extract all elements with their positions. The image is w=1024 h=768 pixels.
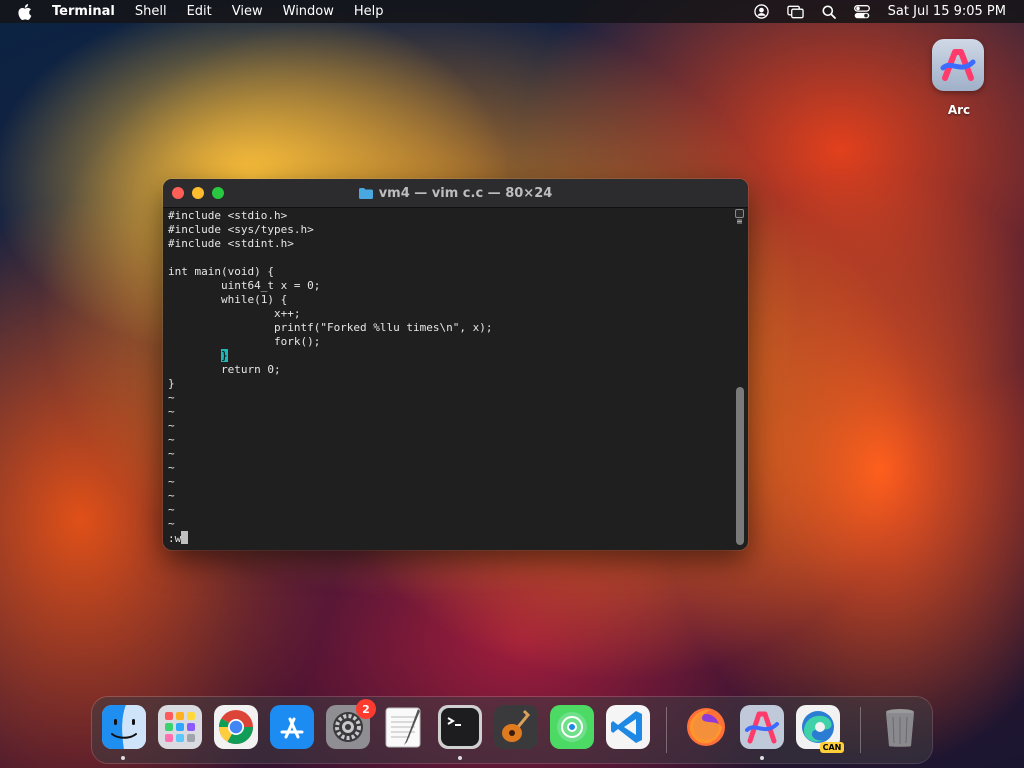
vim-empty-line-marker: ~	[168, 419, 175, 432]
menu-help[interactable]: Help	[354, 4, 384, 19]
dock-item-vscode[interactable]	[606, 705, 650, 749]
terminal-scrollbar[interactable]	[735, 209, 746, 547]
vim-command-text: :w	[168, 532, 182, 545]
menu-bar: Terminal Shell Edit View Window Help Sat…	[0, 0, 1024, 23]
dock-item-terminal[interactable]	[438, 705, 482, 749]
desktop-icon-label: Arc	[947, 103, 971, 117]
apple-menu-icon[interactable]	[18, 3, 34, 20]
arc-icon	[740, 705, 784, 749]
folder-icon	[358, 187, 373, 199]
vim-empty-line-marker: ~	[168, 489, 175, 502]
terminal-line: fork();	[168, 335, 321, 348]
window-title-text: vm4 — vim c.c — 80×24	[378, 185, 553, 201]
terminal-line: x++;	[168, 307, 301, 320]
dock-item-find-my[interactable]	[550, 705, 594, 749]
app-store-icon	[270, 705, 314, 749]
notification-badge: 2	[356, 699, 376, 719]
scrollbar-thumb[interactable]	[736, 387, 744, 545]
dock-item-edge-canary[interactable]: CAN	[796, 705, 844, 753]
dock-item-app-store[interactable]	[270, 705, 314, 749]
vim-empty-line-marker: ~	[168, 475, 175, 488]
vim-empty-line-marker: ~	[168, 433, 175, 446]
dock-item-trash[interactable]	[878, 705, 922, 749]
terminal-content[interactable]: #include <stdio.h> #include <sys/types.h>…	[168, 209, 733, 545]
terminal-window: vm4 — vim c.c — 80×24 #include <stdio.h>…	[163, 179, 748, 550]
control-center-icon[interactable]	[853, 4, 870, 19]
chrome-icon	[214, 705, 258, 749]
vim-empty-line-marker: ~	[168, 503, 175, 516]
vim-empty-line-marker: ~	[168, 447, 175, 460]
terminal-line: return 0;	[168, 363, 281, 376]
window-title: vm4 — vim c.c — 80×24	[163, 179, 748, 207]
terminal-line: printf("Forked %llu times\n", x);	[168, 321, 493, 334]
dock-item-chrome[interactable]	[214, 705, 258, 749]
dock-separator	[860, 707, 861, 753]
terminal-line: #include <sys/types.h>	[168, 223, 314, 236]
textedit-icon	[385, 707, 421, 748]
menu-view[interactable]: View	[232, 4, 263, 19]
vim-empty-line-marker: ~	[168, 517, 175, 530]
trash-icon	[886, 709, 914, 747]
dock-item-arc[interactable]	[740, 705, 784, 749]
dock-item-firefox[interactable]	[684, 705, 728, 749]
running-indicator	[121, 756, 125, 760]
running-indicator	[458, 756, 462, 760]
dock-item-textedit[interactable]	[382, 705, 426, 749]
text-cursor	[181, 531, 189, 544]
dock-separator	[666, 707, 667, 753]
terminal-icon	[438, 705, 482, 749]
launchpad-icon	[158, 705, 202, 749]
dock-item-launchpad[interactable]	[158, 705, 202, 749]
vim-empty-line-marker: ~	[168, 461, 175, 474]
scroll-top-icon[interactable]	[735, 209, 744, 224]
dock: 2 CAN	[92, 697, 932, 763]
dock-item-finder[interactable]	[102, 705, 146, 749]
canary-badge: CAN	[820, 742, 844, 753]
running-indicator	[760, 756, 764, 760]
screen-mirroring-icon[interactable]	[786, 5, 804, 19]
menu-edit[interactable]: Edit	[187, 4, 212, 19]
terminal-line: uint64_t x = 0;	[168, 279, 321, 292]
find-my-icon	[550, 705, 594, 749]
terminal-line: int main(void) {	[168, 265, 274, 278]
terminal-line: #include <stdio.h>	[168, 209, 288, 222]
vim-empty-line-marker: ~	[168, 391, 175, 404]
matched-brace-highlight: }	[220, 349, 228, 362]
window-titlebar[interactable]: vm4 — vim c.c — 80×24	[163, 179, 748, 208]
terminal-line: }	[168, 377, 175, 390]
spotlight-search-icon[interactable]	[822, 5, 836, 19]
vim-empty-line-marker: ~	[168, 405, 175, 418]
terminal-line: while(1) {	[168, 293, 288, 306]
vim-command-line[interactable]: :w	[168, 531, 733, 545]
desktop-icon-arc[interactable]: Arc	[932, 39, 986, 117]
terminal-line: #include <stdint.h>	[168, 237, 294, 250]
menu-app-terminal[interactable]: Terminal	[52, 4, 115, 19]
menu-window[interactable]: Window	[283, 4, 334, 19]
menu-bar-clock[interactable]: Sat Jul 15 9:05 PM	[888, 4, 1006, 19]
dock-item-garageband[interactable]	[494, 705, 538, 749]
vscode-icon	[606, 705, 650, 749]
firefox-icon	[687, 708, 725, 746]
guitar-icon	[494, 705, 538, 749]
finder-icon	[102, 705, 146, 749]
arc-icon	[932, 39, 984, 91]
dock-item-system-settings[interactable]: 2	[326, 699, 376, 749]
terminal-line: }	[168, 349, 733, 363]
menu-shell[interactable]: Shell	[135, 4, 167, 19]
user-account-icon[interactable]	[753, 4, 769, 19]
